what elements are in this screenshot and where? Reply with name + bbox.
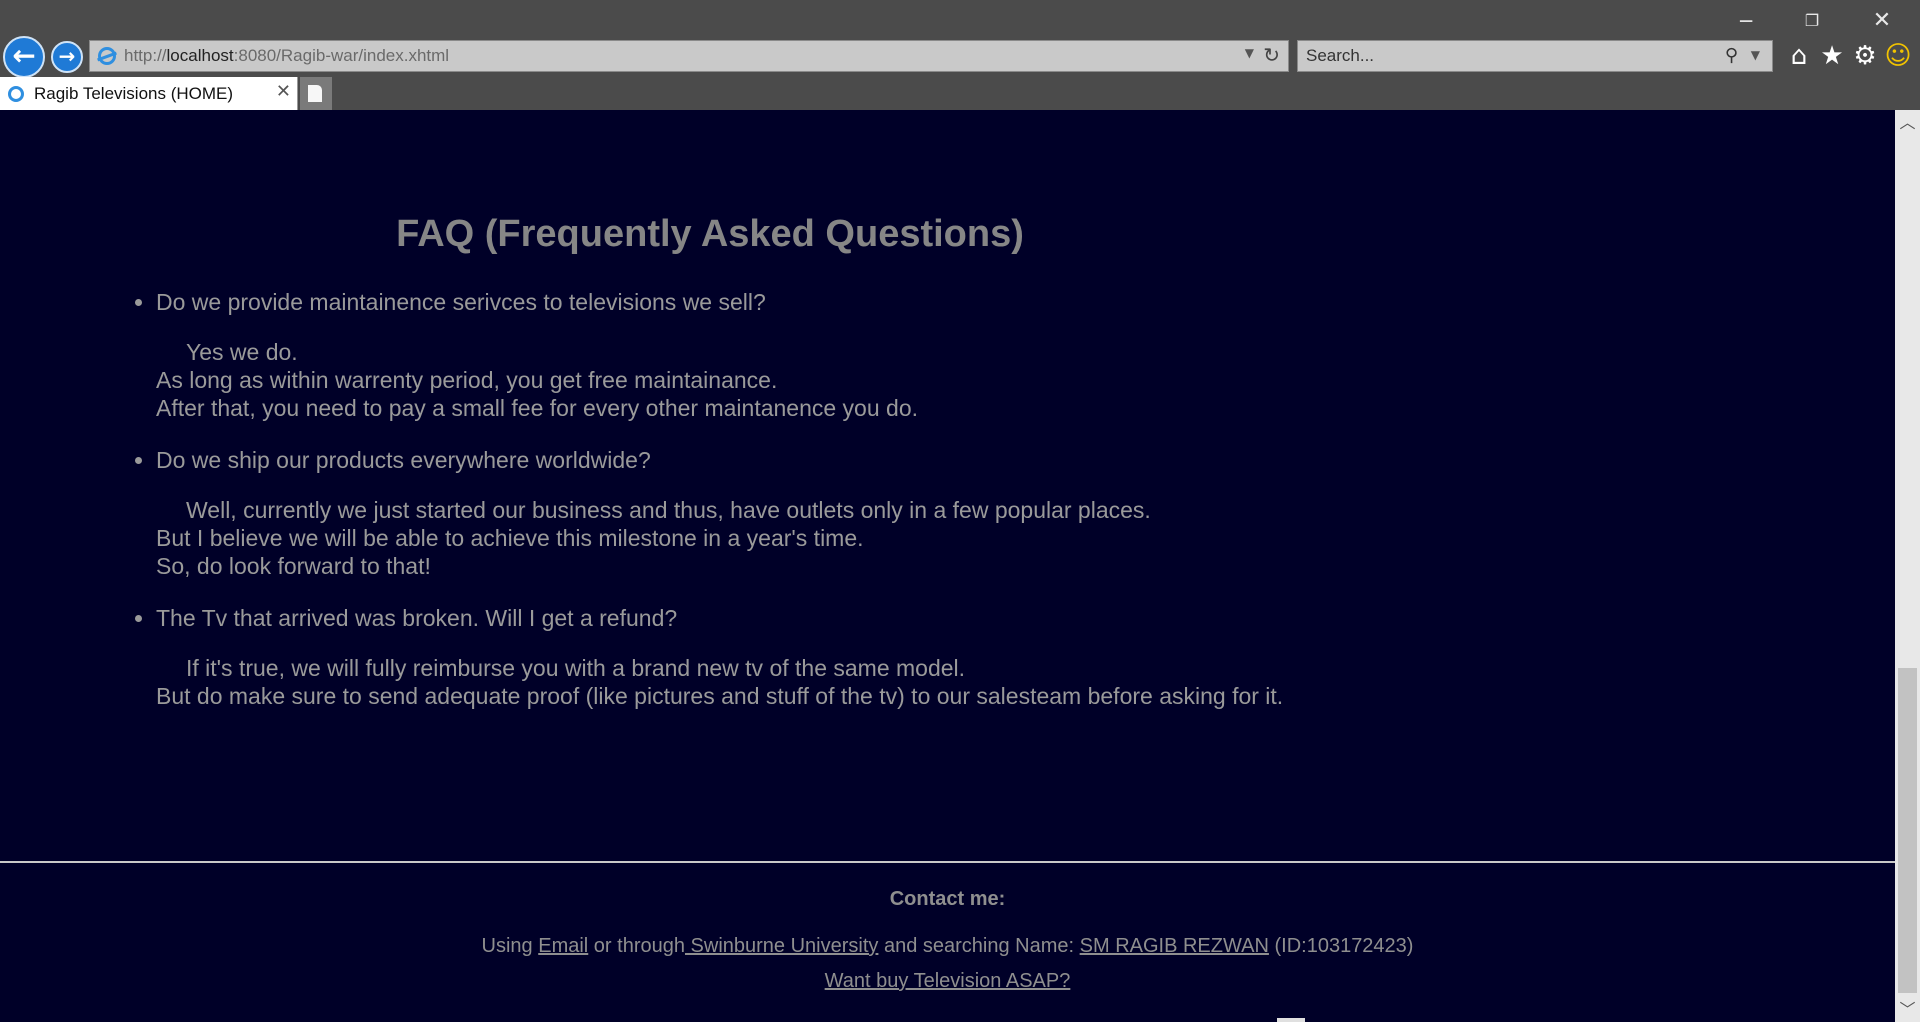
- back-arrow-icon[interactable]: ←: [3, 36, 45, 78]
- answer-line: Yes we do.: [186, 339, 298, 365]
- refresh-icon[interactable]: ↻: [1263, 43, 1280, 67]
- tab-label: Ragib Televisions (HOME): [34, 84, 234, 103]
- faq-answer: Well, currently we just started our busi…: [156, 496, 1346, 580]
- faq-question: The Tv that arrived was broken. Will I g…: [156, 605, 678, 631]
- star-icon[interactable]: ★: [1817, 41, 1847, 71]
- search-box[interactable]: Search... ⚲ ▼: [1297, 40, 1773, 72]
- contact-line: Using Email or through Swinburne Univers…: [481, 935, 1414, 957]
- close-tab-icon[interactable]: ✕: [276, 81, 291, 102]
- browser-titlebar: ─ ❐ ✕ ← → http://localhost:8080/Ragib-wa…: [0, 0, 1920, 110]
- name-link[interactable]: SM RAGIB REZWAN: [1080, 935, 1269, 957]
- answer-line: Well, currently we just started our busi…: [186, 497, 1151, 523]
- ie-tab-icon: [8, 86, 24, 102]
- new-tab-icon: [308, 85, 322, 102]
- ie-page-icon: [98, 47, 116, 65]
- search-icon[interactable]: ⚲: [1725, 45, 1738, 66]
- answer-line: As long as within warrenty period, you g…: [156, 367, 778, 393]
- vertical-scrollbar[interactable]: ︿ ﹀: [1895, 110, 1920, 1022]
- footer-divider: [0, 861, 1895, 863]
- faq-list: Do we provide maintainence serivces to t…: [128, 288, 1346, 734]
- new-tab-button[interactable]: [300, 77, 332, 110]
- address-dropdown-icon[interactable]: ▼: [1245, 46, 1254, 60]
- faq-item: Do we ship our products everywhere world…: [156, 446, 1346, 580]
- scrollbar-thumb[interactable]: [1898, 668, 1917, 993]
- gear-icon[interactable]: ⚙: [1850, 41, 1880, 71]
- answer-line: If it's true, we will fully reimburse yo…: [186, 655, 966, 681]
- address-bar[interactable]: http://localhost:8080/Ragib-war/index.xh…: [89, 40, 1289, 72]
- faq-question: Do we provide maintainence serivces to t…: [156, 289, 766, 315]
- answer-line: After that, you need to pay a small fee …: [156, 395, 918, 421]
- scroll-up-icon[interactable]: ︿: [1895, 110, 1920, 135]
- page-viewport: FAQ (Frequently Asked Questions) Do we p…: [0, 110, 1895, 1022]
- tab-home[interactable]: Ragib Televisions (HOME) ✕: [0, 77, 298, 110]
- email-link[interactable]: Email: [538, 935, 588, 957]
- faq-answer: If it's true, we will fully reimburse yo…: [156, 654, 1346, 710]
- contact-heading: Contact me:: [889, 888, 1006, 910]
- buy-line: Want buy Television ASAP?: [0, 970, 1895, 993]
- answer-line: So, do look forward to that!: [156, 553, 431, 579]
- close-window-icon[interactable]: ✕: [1856, 6, 1908, 36]
- scroll-down-icon[interactable]: ﹀: [1895, 997, 1920, 1022]
- faq-answer: Yes we do. As long as within warrenty pe…: [156, 338, 1346, 422]
- faq-item: Do we provide maintainence serivces to t…: [156, 288, 1346, 422]
- answer-line: But do make sure to send adequate proof …: [156, 683, 1284, 709]
- search-input[interactable]: Search...: [1306, 46, 1374, 66]
- url-text[interactable]: http://localhost:8080/Ragib-war/index.xh…: [124, 46, 449, 66]
- footer: Contact me: Using Email or through Swinb…: [0, 888, 1895, 1005]
- forward-arrow-icon[interactable]: →: [51, 41, 83, 73]
- smiley-icon[interactable]: ☺: [1883, 41, 1913, 71]
- faq-item: The Tv that arrived was broken. Will I g…: [156, 604, 1346, 710]
- home-icon[interactable]: ⌂: [1784, 41, 1814, 71]
- partial-element: [1277, 1018, 1305, 1022]
- restore-icon[interactable]: ❐: [1786, 6, 1838, 36]
- faq-question: Do we ship our products everywhere world…: [156, 447, 651, 473]
- buy-television-link[interactable]: Want buy Television ASAP?: [825, 970, 1071, 992]
- faq-title: FAQ (Frequently Asked Questions): [396, 213, 1024, 255]
- university-link[interactable]: Swinburne University: [685, 935, 879, 957]
- search-dropdown-icon[interactable]: ▼: [1751, 48, 1760, 62]
- answer-line: But I believe we will be able to achieve…: [156, 525, 864, 551]
- minimize-icon[interactable]: ─: [1720, 6, 1772, 36]
